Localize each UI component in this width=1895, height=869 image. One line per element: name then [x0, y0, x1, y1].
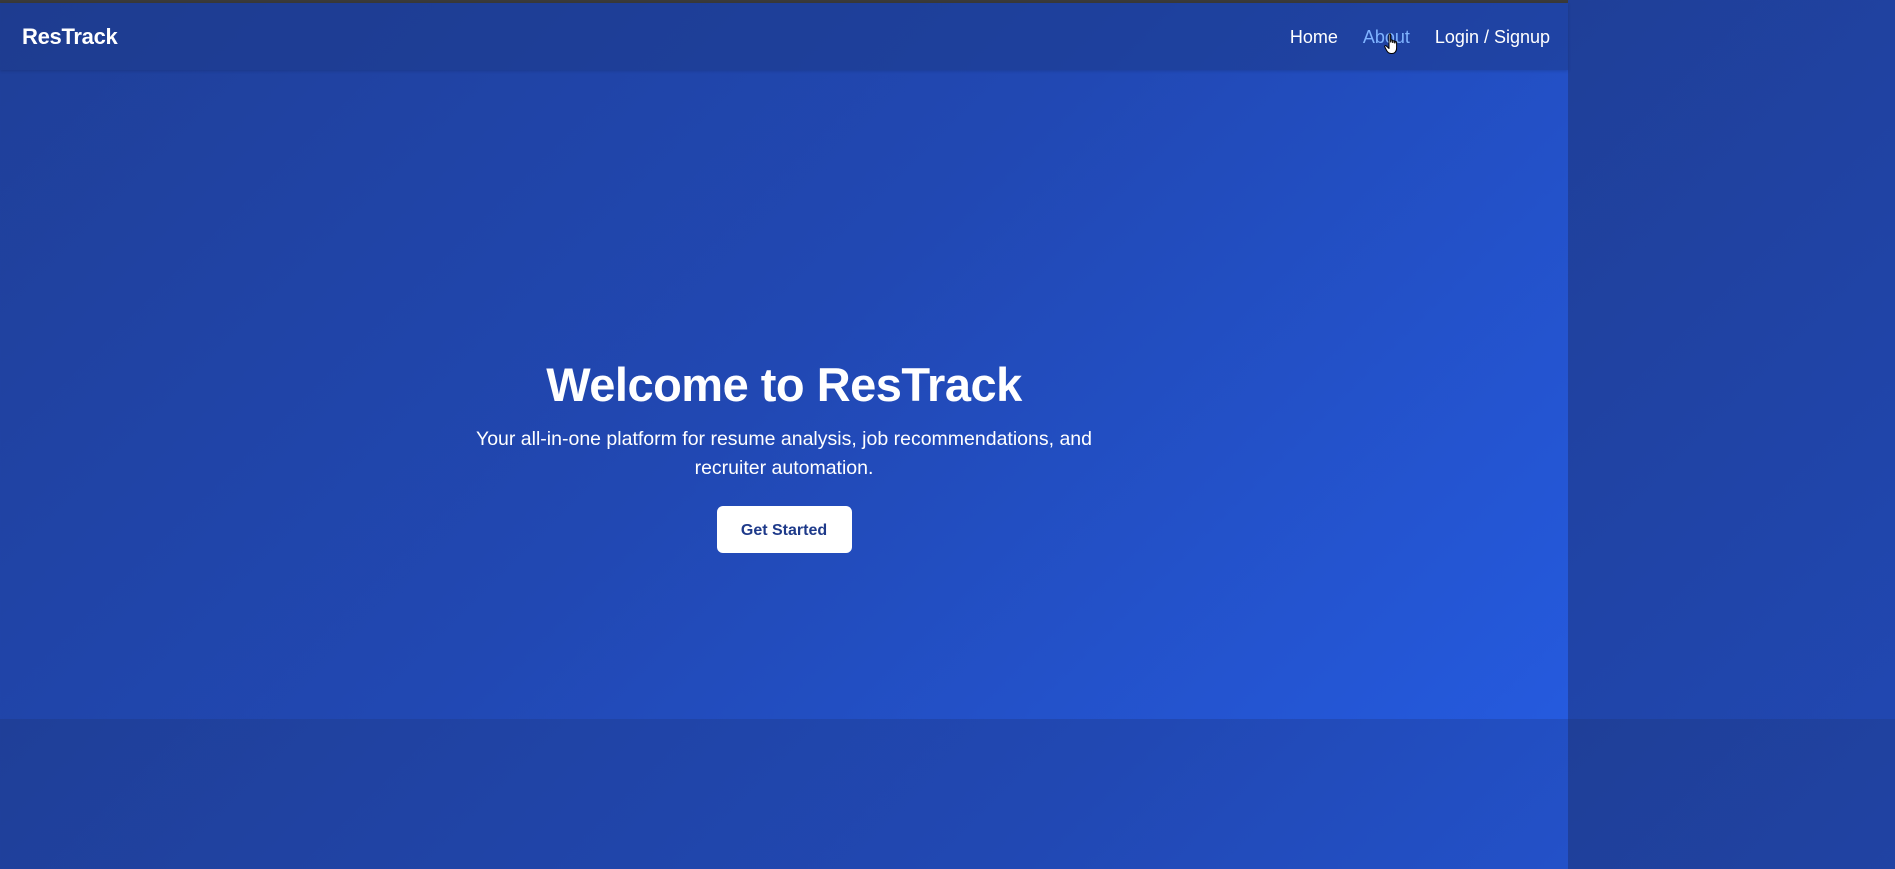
hand-pointer-icon [1384, 33, 1398, 54]
hero-subtitle: Your all-in-one platform for resume anal… [475, 428, 1092, 479]
nav-links: Home About Login / Signup [1290, 27, 1550, 48]
get-started-button[interactable]: Get Started [716, 506, 852, 553]
hero-title: Welcome to ResTrack [546, 358, 1022, 411]
brand-logo[interactable]: ResTrack [22, 24, 118, 50]
nav-link-home[interactable]: Home [1290, 27, 1338, 48]
navbar: ResTrack Home About Login / Signup [0, 3, 1568, 70]
hero-section: Welcome to ResTrack Your all-in-one plat… [0, 356, 1568, 553]
nav-link-login-signup[interactable]: Login / Signup [1435, 27, 1550, 48]
